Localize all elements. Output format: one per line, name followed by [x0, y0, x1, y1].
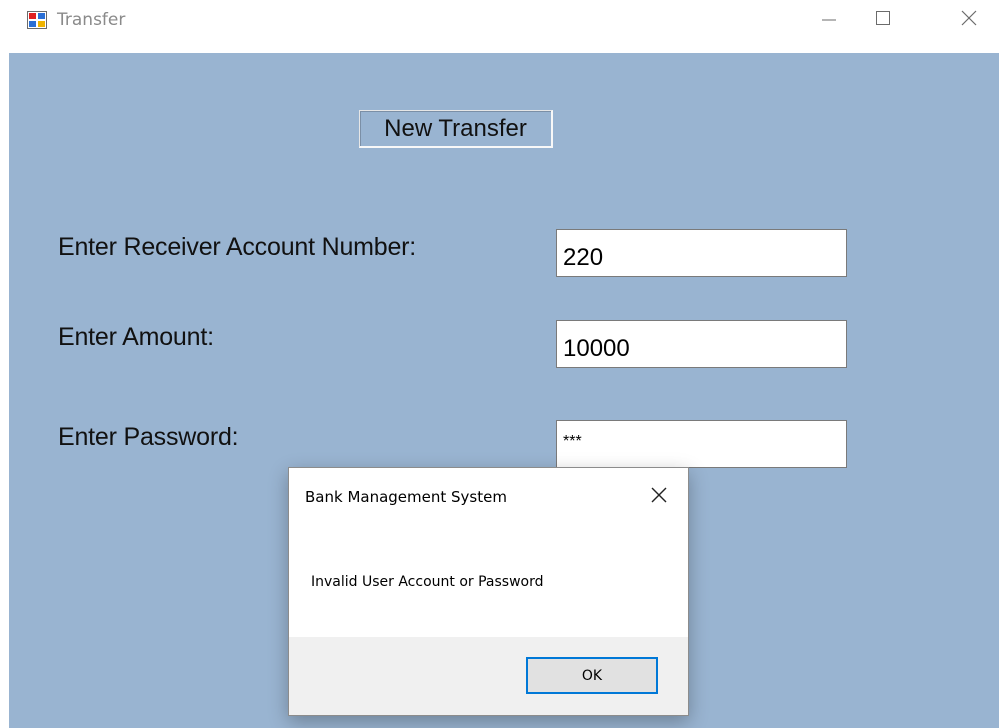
window-title: Transfer [57, 10, 126, 30]
dialog-close-button[interactable] [644, 482, 674, 512]
ok-button[interactable]: OK [526, 657, 658, 694]
window-titlebar: Transfer [0, 0, 999, 46]
dialog-footer: OK [289, 637, 688, 715]
minimize-button[interactable] [806, 0, 852, 40]
close-button[interactable] [946, 0, 992, 40]
dialog-title: Bank Management System [305, 488, 507, 506]
password-label: Enter Password: [58, 423, 239, 451]
amount-input[interactable] [556, 320, 847, 368]
app-window-icon[interactable] [27, 11, 47, 29]
maximize-button[interactable] [860, 0, 906, 40]
maximize-icon [874, 9, 892, 31]
receiver-account-label: Enter Receiver Account Number: [58, 233, 417, 261]
message-dialog: Bank Management System Invalid User Acco… [288, 467, 689, 716]
receiver-account-input[interactable] [556, 229, 847, 277]
dialog-message: Invalid User Account or Password [311, 574, 544, 590]
close-icon [649, 485, 669, 509]
new-transfer-button[interactable]: New Transfer [359, 110, 553, 148]
password-input[interactable] [556, 420, 847, 468]
amount-label: Enter Amount: [58, 323, 214, 351]
minimize-icon [820, 9, 838, 31]
close-icon [960, 9, 978, 31]
